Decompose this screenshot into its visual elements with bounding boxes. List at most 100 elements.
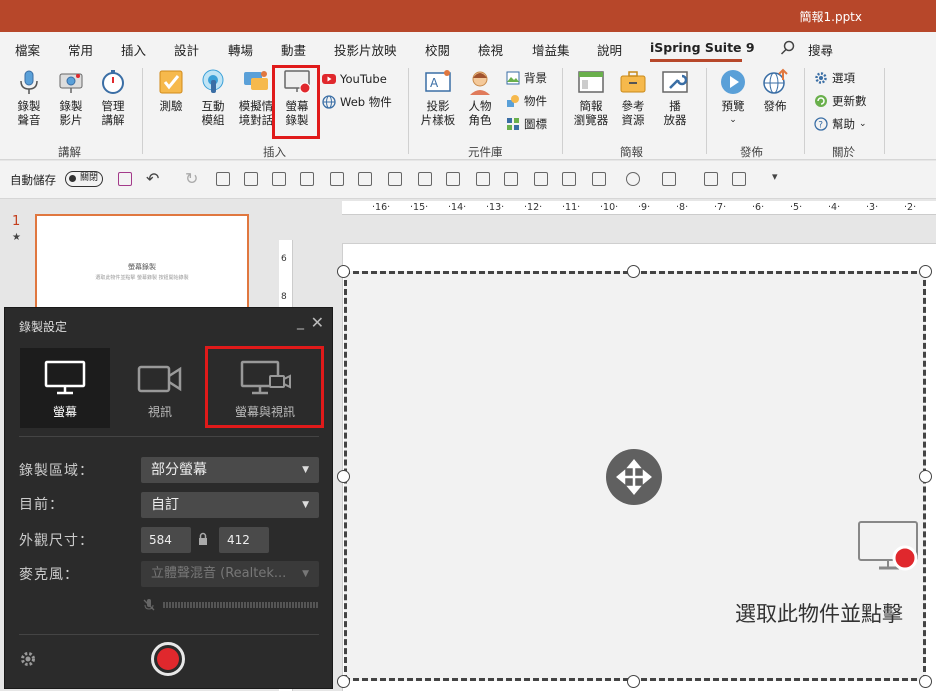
mode-screen-button[interactable]: 螢幕 xyxy=(20,348,110,428)
ungroup-icon[interactable] xyxy=(300,172,314,186)
resize-handle[interactable] xyxy=(337,675,350,688)
ruler-label: ·7· xyxy=(714,202,727,213)
align-top-icon[interactable] xyxy=(418,172,432,186)
tab-addins[interactable]: 增益集 xyxy=(532,40,570,59)
tab-insert[interactable]: 插入 xyxy=(121,40,146,59)
icons-button[interactable]: 圖標 xyxy=(506,116,547,132)
backgrounds-label: 背景 xyxy=(524,71,547,85)
highlight-box xyxy=(205,346,324,428)
align-left-icon[interactable] xyxy=(330,172,344,186)
update-button[interactable]: 更新數 xyxy=(814,93,867,109)
align-right-icon[interactable] xyxy=(388,172,402,186)
tab-home[interactable]: 常用 xyxy=(68,40,93,59)
move-icon[interactable] xyxy=(606,449,662,505)
svg-text:?: ? xyxy=(818,121,823,131)
format-icon[interactable] xyxy=(216,172,230,186)
ruler-label: ·15· xyxy=(410,202,429,213)
dialog-title: 錄製設定 xyxy=(19,320,68,334)
height-input[interactable]: 412 xyxy=(219,527,269,553)
settings-gear-icon[interactable] xyxy=(19,650,37,668)
undo-icon[interactable]: ↶ xyxy=(146,169,159,188)
interaction-button[interactable]: 互動 模組 xyxy=(194,68,232,127)
group-separator xyxy=(706,68,707,154)
backgrounds-button[interactable]: 背景 xyxy=(506,70,547,86)
distribute-horizontal-icon[interactable] xyxy=(504,172,518,186)
references-button[interactable]: 參考 資源 xyxy=(614,68,652,127)
autosave-toggle[interactable]: 關閉 xyxy=(65,171,103,187)
objects-button[interactable]: 物件 xyxy=(506,93,547,109)
record-video-label: 錄製 影片 xyxy=(59,99,83,127)
web-object-button[interactable]: Web 物件 xyxy=(322,94,392,110)
tab-ispring[interactable]: iSpring Suite 9 xyxy=(650,40,755,55)
resize-handle[interactable] xyxy=(627,265,640,278)
bring-forward-icon[interactable] xyxy=(562,172,576,186)
quiz-icon xyxy=(157,68,185,96)
crop-icon[interactable] xyxy=(592,172,606,186)
resize-handle[interactable] xyxy=(337,470,350,483)
preview-button[interactable]: 預覽 ⌄ xyxy=(714,68,752,127)
close-icon[interactable]: ✕ xyxy=(311,313,324,332)
group-separator xyxy=(562,68,563,154)
manage-narration-button[interactable]: 管理 講解 xyxy=(94,68,132,127)
arrange-icon[interactable] xyxy=(244,172,258,186)
tab-search[interactable]: 搜尋 xyxy=(808,40,833,59)
characters-button[interactable]: 人物 角色 xyxy=(462,68,498,127)
tab-file[interactable]: 檔案 xyxy=(15,40,40,59)
ruler-label: ·10· xyxy=(600,202,619,213)
align-middle-icon[interactable] xyxy=(446,172,460,186)
record-audio-button[interactable]: 錄製 聲音 xyxy=(10,68,48,127)
slide-templates-button[interactable]: A 投影 片樣板 xyxy=(418,68,458,127)
player-button[interactable]: 播 放器 xyxy=(656,68,694,127)
shape-outline-icon[interactable] xyxy=(662,172,676,186)
width-input[interactable]: 584 xyxy=(141,527,191,553)
dropdown-arrow-icon: ▼ xyxy=(302,569,309,579)
tab-help[interactable]: 說明 xyxy=(597,40,622,59)
web-link-icon xyxy=(322,95,336,109)
tab-animations[interactable]: 動畫 xyxy=(281,40,306,59)
align-center-icon[interactable] xyxy=(358,172,372,186)
customize-toolbar-icon[interactable]: ▾ xyxy=(772,170,778,183)
tab-transitions[interactable]: 轉場 xyxy=(228,40,253,59)
ruler-label: ·4· xyxy=(828,202,841,213)
mode-webcam-button[interactable]: 視訊 xyxy=(115,348,205,428)
redo-icon[interactable]: ↻ xyxy=(185,169,198,188)
animation-star-icon: ★ xyxy=(12,232,21,243)
lock-icon[interactable] xyxy=(197,532,209,546)
help-button[interactable]: ? 幫助 ⌄ xyxy=(814,116,867,132)
format-painter-icon[interactable] xyxy=(704,172,718,186)
microphone-select[interactable]: 立體聲混音 (Realtek... ▼ xyxy=(141,561,319,587)
align-bottom-icon[interactable] xyxy=(476,172,490,186)
group-label-insert: 插入 xyxy=(263,145,286,159)
record-video-button[interactable]: 錄製 影片 xyxy=(52,68,90,127)
resize-handle[interactable] xyxy=(337,265,350,278)
shape-effects-icon[interactable] xyxy=(732,172,746,186)
distribute-vertical-icon[interactable] xyxy=(534,172,548,186)
search-icon[interactable] xyxy=(780,40,796,56)
youtube-button[interactable]: YouTube xyxy=(322,72,387,86)
preset-select[interactable]: 自訂 ▼ xyxy=(141,492,319,518)
resize-handle[interactable] xyxy=(919,675,932,688)
ruler-label: ·3· xyxy=(866,202,879,213)
options-button[interactable]: 選項 xyxy=(814,70,855,86)
resize-handle[interactable] xyxy=(919,470,932,483)
tab-review[interactable]: 校閱 xyxy=(425,40,450,59)
tab-slideshow[interactable]: 投影片放映 xyxy=(334,40,397,59)
shape-fill-icon[interactable] xyxy=(626,172,640,186)
dialog-simulation-button[interactable]: 模擬情 境對話 xyxy=(236,68,276,127)
resize-handle[interactable] xyxy=(919,265,932,278)
tab-design[interactable]: 設計 xyxy=(174,40,199,59)
presentation-browser-button[interactable]: 簡報 瀏覽器 xyxy=(570,68,612,127)
record-area-select[interactable]: 部分螢幕 ▼ xyxy=(141,457,319,483)
microphone-label: 麥克風： xyxy=(19,567,79,583)
resize-handle[interactable] xyxy=(627,675,640,688)
minimize-icon[interactable]: _ xyxy=(297,314,304,330)
ribbon: 錄製 聲音 錄製 影片 管理 講解 講解 測驗 互動 模組 模擬情 境對話 螢幕… xyxy=(0,62,936,160)
publish-button[interactable]: 發佈 xyxy=(756,68,794,113)
tab-view[interactable]: 檢視 xyxy=(478,40,503,59)
record-audio-label: 錄製 聲音 xyxy=(17,99,41,127)
record-button[interactable] xyxy=(151,642,185,676)
quiz-button[interactable]: 測驗 xyxy=(152,68,190,113)
group-icon[interactable] xyxy=(272,172,286,186)
interaction-label: 互動 模組 xyxy=(201,99,225,127)
save-icon[interactable] xyxy=(118,172,132,186)
